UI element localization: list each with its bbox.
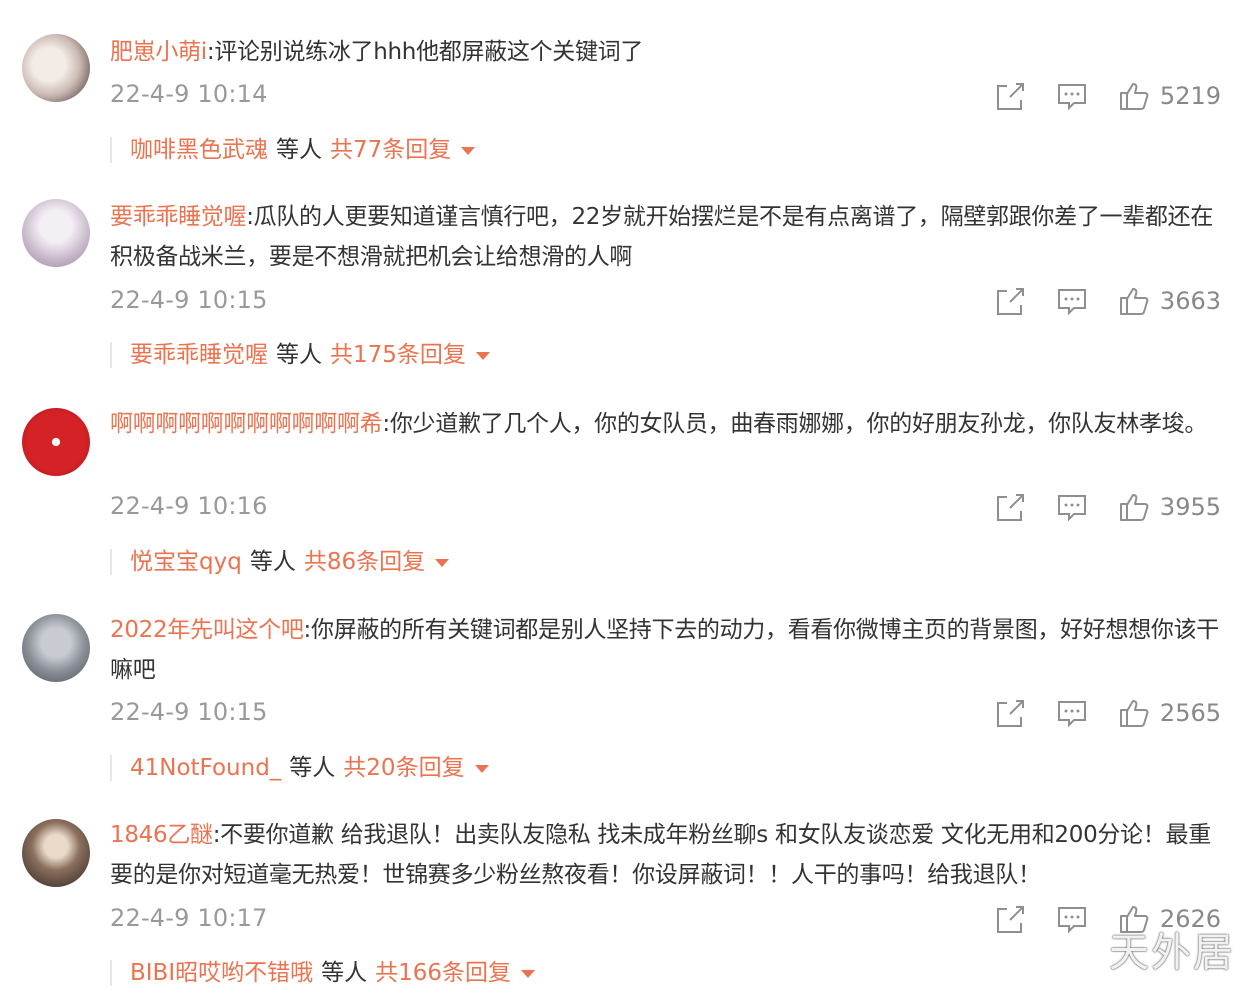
reply-count[interactable]: 共77条回复	[330, 137, 451, 163]
comment-body: :评论别说练冰了hhh他都屏蔽这个关键词了	[206, 39, 644, 65]
avatar[interactable]	[22, 408, 90, 476]
share-button[interactable]	[994, 491, 1026, 523]
share-icon	[996, 83, 1024, 110]
reply-username[interactable]: 要乖乖睡觉喔	[130, 342, 268, 368]
reply-username[interactable]: 悦宝宝qyq	[130, 549, 242, 575]
reply-separator: 等人	[321, 960, 368, 986]
reply-summary[interactable]: 41NotFound_ 等人 共20条回复	[110, 755, 489, 781]
comment-username[interactable]: 啊啊啊啊啊啊啊啊啊啊啊希	[110, 411, 383, 437]
comment-actions: 3663	[994, 285, 1221, 317]
comment-text: 1846乙醚:不要你道歉 给我退队！出卖队友隐私 找未成年粉丝聊s 和女队友谈恋…	[110, 815, 1225, 895]
comment-icon	[1057, 84, 1086, 111]
reply-separator: 等人	[276, 342, 322, 368]
thumbs-up-icon	[1119, 288, 1149, 315]
watermark: 天外居	[1109, 930, 1235, 976]
comment-time: 22-4-9 10:16	[110, 492, 268, 520]
comment-body: :瓜队的人更要知道谨言慎行吧，22岁就开始摆烂是不是有点离谱了，隔壁郭跟你差了一…	[110, 204, 1214, 270]
reply-separator: 等人	[289, 755, 336, 781]
reply-separator: 等人	[249, 549, 296, 575]
reply-button[interactable]	[1056, 903, 1088, 935]
comment-text: 肥崽小萌i:评论别说练冰了hhh他都屏蔽这个关键词了	[110, 32, 1225, 72]
chevron-down-icon[interactable]	[435, 558, 450, 567]
thumbs-up-icon	[1119, 83, 1149, 110]
comment-icon	[1057, 907, 1086, 934]
like-button[interactable]: 3955	[1118, 491, 1221, 523]
comment-username[interactable]: 要乖乖睡觉喔	[110, 204, 247, 230]
chevron-down-icon[interactable]	[475, 351, 490, 360]
reply-button[interactable]	[1056, 697, 1088, 729]
chevron-down-icon[interactable]	[521, 969, 536, 978]
comment-time: 22-4-9 10:14	[110, 80, 268, 108]
like-count: 2565	[1159, 699, 1221, 727]
reply-button[interactable]	[1056, 80, 1088, 112]
comment-icon	[1057, 495, 1086, 522]
reply-count[interactable]: 共20条回复	[343, 755, 464, 781]
like-button[interactable]: 5219	[1118, 80, 1221, 112]
like-count: 5219	[1159, 82, 1221, 110]
avatar[interactable]	[22, 819, 90, 887]
share-icon	[996, 288, 1024, 315]
comment-body: :不要你道歉 给我退队！出卖队友隐私 找未成年粉丝聊s 和女队友谈恋爱 文化无用…	[110, 822, 1211, 888]
comment-time: 22-4-9 10:15	[110, 286, 268, 314]
reply-button[interactable]	[1056, 491, 1088, 523]
reply-count[interactable]: 共175条回复	[330, 342, 466, 368]
comment-icon	[1057, 701, 1086, 728]
comment-username[interactable]: 2022年先叫这个吧	[110, 617, 304, 643]
comment-username[interactable]: 肥崽小萌i	[110, 39, 207, 65]
chevron-down-icon[interactable]	[461, 146, 476, 155]
comment-time: 22-4-9 10:15	[110, 698, 268, 726]
reply-summary[interactable]: BIBI昭哎哟不错哦 等人 共166条回复	[110, 960, 536, 986]
reply-button[interactable]	[1056, 285, 1088, 317]
share-icon	[996, 494, 1024, 521]
like-count: 3663	[1159, 287, 1221, 315]
reply-count[interactable]: 共86条回复	[304, 549, 425, 575]
reply-summary[interactable]: 咖啡黑色武魂 等人 共77条回复	[110, 137, 476, 163]
like-button[interactable]: 2565	[1118, 697, 1221, 729]
avatar[interactable]	[22, 199, 90, 267]
chevron-down-icon[interactable]	[474, 764, 489, 773]
share-button[interactable]	[994, 697, 1026, 729]
comment-text: 要乖乖睡觉喔:瓜队的人更要知道谨言慎行吧，22岁就开始摆烂是不是有点离谱了，隔壁…	[110, 197, 1225, 277]
share-button[interactable]	[994, 903, 1026, 935]
share-button[interactable]	[994, 285, 1026, 317]
comment-actions: 5219	[994, 80, 1221, 112]
reply-separator: 等人	[276, 137, 322, 163]
reply-username[interactable]: BIBI昭哎哟不错哦	[130, 960, 313, 986]
like-button[interactable]: 3663	[1118, 285, 1221, 317]
reply-username[interactable]: 41NotFound_	[130, 755, 281, 781]
comment-text: 2022年先叫这个吧:你屏蔽的所有关键词都是别人坚持下去的动力，看看你微博主页的…	[110, 610, 1225, 690]
avatar[interactable]	[22, 34, 90, 102]
comment-time: 22-4-9 10:17	[110, 904, 268, 932]
reply-summary[interactable]: 悦宝宝qyq 等人 共86条回复	[110, 549, 450, 575]
share-button[interactable]	[994, 80, 1026, 112]
comment-icon	[1057, 289, 1086, 316]
comment-actions: 3955	[994, 491, 1221, 523]
comment-text: 啊啊啊啊啊啊啊啊啊啊啊希:你少道歉了几个人，你的女队员，曲春雨娜娜，你的好朋友孙…	[110, 404, 1225, 444]
share-icon	[996, 906, 1024, 933]
comment-username[interactable]: 1846乙醚	[110, 822, 213, 848]
thumbs-up-icon	[1119, 700, 1149, 727]
thumbs-up-icon	[1119, 494, 1149, 521]
reply-username[interactable]: 咖啡黑色武魂	[130, 137, 268, 163]
like-count: 3955	[1159, 493, 1221, 521]
reply-count[interactable]: 共166条回复	[375, 960, 511, 986]
share-icon	[996, 700, 1024, 727]
avatar[interactable]	[22, 614, 90, 682]
comment-body: :你少道歉了几个人，你的女队员，曲春雨娜娜，你的好朋友孙龙，你队友林孝埈。	[382, 411, 1208, 437]
reply-summary[interactable]: 要乖乖睡觉喔 等人 共175条回复	[110, 342, 490, 368]
comment-actions: 2565	[994, 697, 1221, 729]
